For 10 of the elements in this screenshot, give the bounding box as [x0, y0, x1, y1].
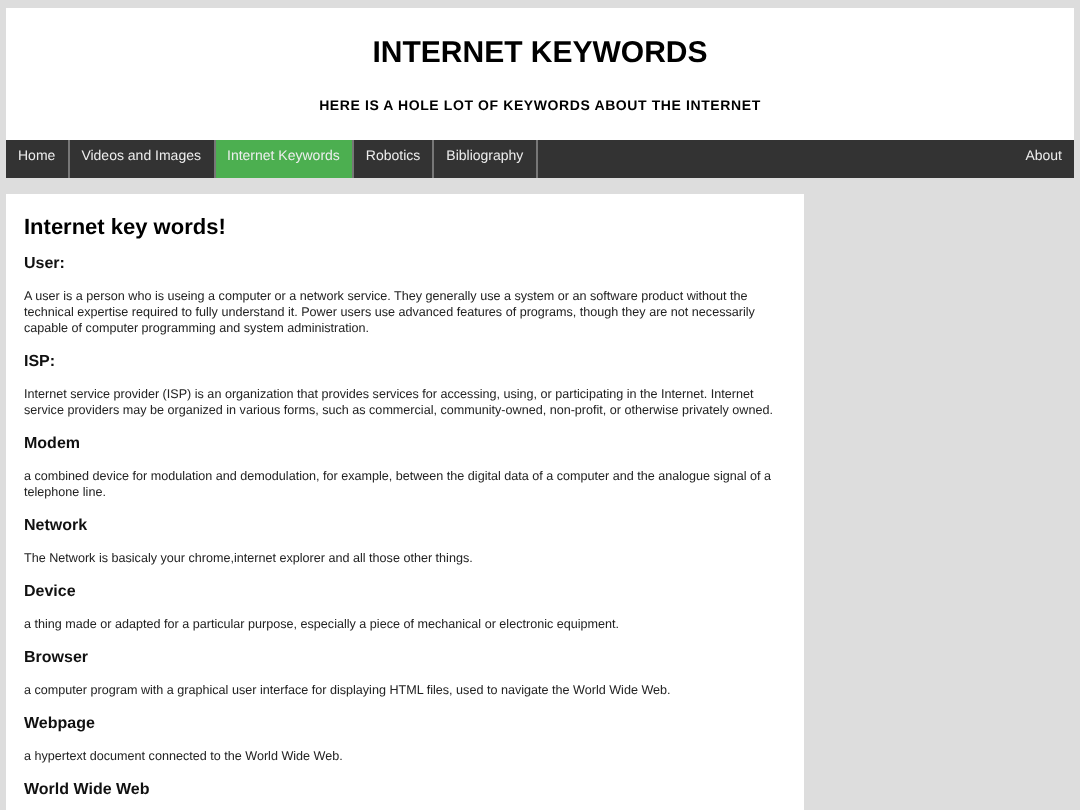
section-heading: Network	[24, 518, 90, 534]
site-title: INTERNET KEYWORDS	[372, 38, 708, 68]
page-heading: Internet key words!	[24, 218, 228, 240]
section-heading: ISP:	[24, 354, 58, 370]
section-heading: Browser	[24, 650, 91, 666]
section-heading: Webpage	[24, 716, 97, 732]
section-heading: Device	[24, 584, 78, 600]
section-heading: World Wide Web	[24, 782, 152, 798]
section-heading: Modem	[24, 436, 82, 452]
section-heading: User:	[24, 256, 67, 272]
